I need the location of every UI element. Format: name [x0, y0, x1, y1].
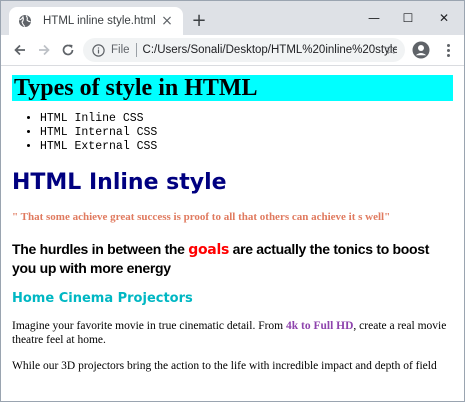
quote-text: " That some achieve great success is pro…	[12, 211, 391, 223]
new-tab-button[interactable]: +	[189, 10, 209, 31]
cinema-heading: Home Cinema Projectors	[12, 291, 193, 306]
close-tab-icon[interactable]: ×	[159, 13, 175, 29]
forward-button[interactable]	[33, 39, 55, 61]
star-icon[interactable]: ☆	[381, 40, 401, 60]
globe-icon	[17, 13, 33, 29]
goals-word: goals	[188, 242, 229, 258]
hurdles-before: The hurdles in between the	[12, 241, 189, 257]
resolution-highlight: 4k to Full HD	[286, 320, 354, 332]
address-divider	[135, 43, 137, 57]
arrow-left-icon	[14, 44, 25, 56]
address-bar[interactable]: File C:/Users/Sonali/Desktop/HTML%20inli…	[83, 38, 405, 62]
reload-icon	[62, 44, 74, 56]
account-icon[interactable]	[412, 41, 430, 59]
close-window-icon[interactable]: ✕	[433, 8, 455, 28]
tab-strip: HTML inline style.html × + — ☐ ✕	[1, 1, 464, 35]
info-icon[interactable]	[91, 43, 105, 57]
minimize-icon[interactable]: —	[363, 8, 385, 28]
paragraph-intro-before: Imagine your favorite movie in true cine…	[12, 320, 286, 332]
url-text[interactable]: C:/Users/Sonali/Desktop/HTML%20inline%20…	[143, 44, 397, 56]
hurdles-text: The hurdles in between the goals are act…	[12, 240, 453, 277]
page-content: Types of style in HTML HTML Inline CSS H…	[1, 66, 464, 401]
more-vert-icon[interactable]	[439, 39, 457, 61]
inline-heading: HTML Inline style	[12, 170, 227, 195]
list-item: HTML External CSS	[40, 140, 453, 154]
maximize-icon[interactable]: ☐	[397, 8, 419, 28]
browser-toolbar: File C:/Users/Sonali/Desktop/HTML%20inli…	[1, 35, 464, 66]
style-list: HTML Inline CSS HTML Internal CSS HTML E…	[12, 112, 453, 154]
list-item: HTML Internal CSS	[40, 126, 453, 140]
tab-title: HTML inline style.html	[43, 15, 156, 27]
arrow-right-icon	[39, 44, 50, 56]
paragraph-intro: Imagine your favorite movie in true cine…	[12, 319, 453, 347]
file-scheme-label: File	[111, 44, 130, 56]
list-item: HTML Inline CSS	[40, 112, 453, 126]
reload-button[interactable]	[57, 39, 79, 61]
back-button[interactable]	[9, 39, 31, 61]
browser-window: HTML inline style.html × + — ☐ ✕ File C:…	[0, 0, 465, 402]
paragraph-3d: While our 3D projectors bring the action…	[12, 360, 437, 372]
tab-html-inline-style[interactable]: HTML inline style.html ×	[9, 7, 183, 35]
types-heading: Types of style in HTML	[12, 75, 453, 101]
